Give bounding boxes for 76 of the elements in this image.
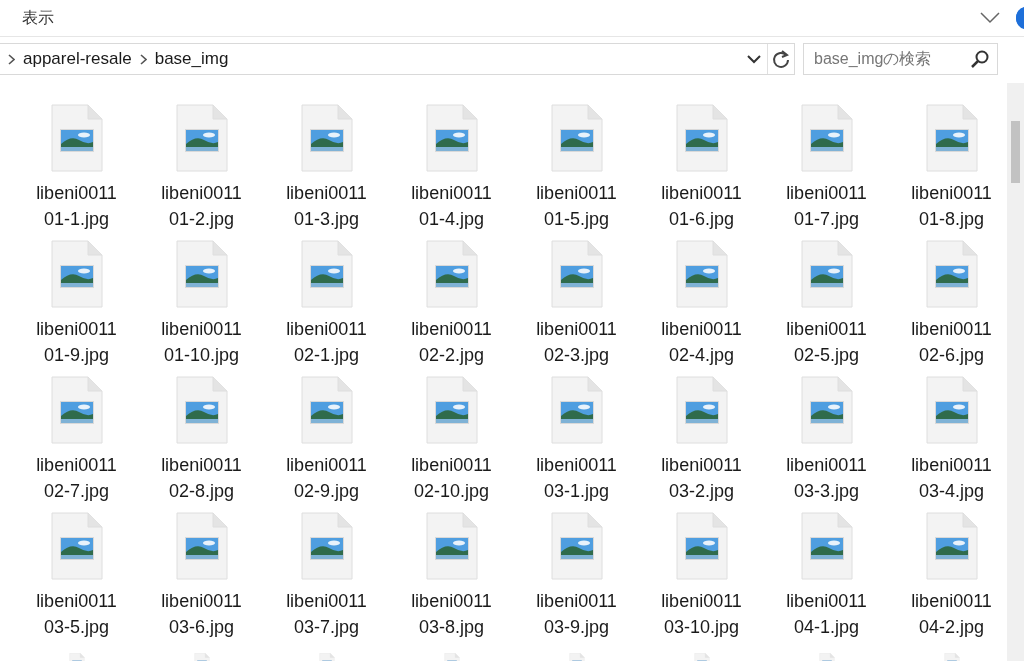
image-file-icon[interactable]: [425, 240, 478, 308]
file-name[interactable]: libeni001103-1.jpg: [531, 452, 622, 504]
image-file-icon[interactable]: [50, 376, 103, 444]
address-bar[interactable]: apparel-resale base_img: [0, 43, 795, 75]
file-name[interactable]: libeni001102-1.jpg: [281, 316, 372, 368]
chevron-down-icon[interactable]: [980, 12, 1000, 24]
image-file-icon[interactable]: [425, 376, 478, 444]
file-name[interactable]: libeni001103-8.jpg: [406, 588, 497, 640]
image-file-icon[interactable]: [425, 104, 478, 172]
file-name[interactable]: libeni001103-6.jpg: [156, 588, 247, 640]
image-file-icon[interactable]: [550, 240, 603, 308]
file-name[interactable]: libeni001102-2.jpg: [406, 316, 497, 368]
image-file-icon[interactable]: [50, 512, 103, 580]
image-file-icon[interactable]: [550, 512, 603, 580]
file-name[interactable]: libeni001102-9.jpg: [281, 452, 372, 504]
image-file-icon[interactable]: [800, 512, 853, 580]
image-file-icon[interactable]: [925, 240, 978, 308]
file-name[interactable]: libeni001102-6.jpg: [906, 316, 997, 368]
image-file-icon[interactable]: [175, 240, 228, 308]
file-name[interactable]: libeni001104-1.jpg: [781, 588, 872, 640]
file-name[interactable]: libeni001102-10.jpg: [406, 452, 497, 504]
image-file-icon[interactable]: [175, 104, 228, 172]
chevron-right-icon[interactable]: [8, 53, 15, 65]
file-name[interactable]: libeni001101-5.jpg: [531, 180, 622, 232]
breadcrumb[interactable]: apparel-resale: [23, 46, 132, 72]
file-name[interactable]: libeni001101-2.jpg: [156, 180, 247, 232]
file-name[interactable]: libeni001103-2.jpg: [656, 452, 747, 504]
image-file-icon[interactable]: [300, 376, 353, 444]
image-file-icon[interactable]: [300, 512, 353, 580]
image-file-icon[interactable]: [675, 240, 728, 308]
image-file-icon[interactable]: [50, 104, 103, 172]
image-file-icon[interactable]: [800, 240, 853, 308]
image-file-icon[interactable]: [675, 104, 728, 172]
search-field[interactable]: base_imgの検索: [803, 43, 998, 75]
image-file-icon[interactable]: [50, 240, 103, 308]
image-file-icon[interactable]: [550, 376, 603, 444]
image-file-icon[interactable]: [800, 104, 853, 172]
file-name[interactable]: libeni001103-9.jpg: [531, 588, 622, 640]
ribbon-tab[interactable]: 表示: [22, 6, 54, 30]
search-icon[interactable]: [971, 50, 989, 68]
file-name[interactable]: libeni001101-6.jpg: [656, 180, 747, 232]
file-name[interactable]: libeni001101-8.jpg: [906, 180, 997, 232]
file-name[interactable]: libeni001104-2.jpg: [906, 588, 997, 640]
file-name[interactable]: libeni001102-5.jpg: [781, 316, 872, 368]
breadcrumb[interactable]: base_img: [154, 46, 229, 72]
file-name[interactable]: libeni001101-3.jpg: [281, 180, 372, 232]
file-name[interactable]: libeni001103-7.jpg: [281, 588, 372, 640]
image-file-icon[interactable]: [175, 376, 228, 444]
file-name[interactable]: libeni001101-10.jpg: [156, 316, 247, 368]
image-file-icon[interactable]: [800, 376, 853, 444]
image-file-icon[interactable]: [925, 512, 978, 580]
dropdown-icon[interactable]: [747, 54, 761, 64]
file-name[interactable]: libeni001102-3.jpg: [531, 316, 622, 368]
file-name[interactable]: libeni001103-5.jpg: [31, 588, 122, 640]
file-name[interactable]: libeni001101-1.jpg: [31, 180, 122, 232]
image-file-icon[interactable]: [425, 512, 478, 580]
refresh-icon[interactable]: [772, 49, 790, 69]
image-file-icon[interactable]: [925, 376, 978, 444]
file-name[interactable]: libeni001101-4.jpg: [406, 180, 497, 232]
file-name[interactable]: libeni001103-3.jpg: [781, 452, 872, 504]
file-name[interactable]: libeni001102-4.jpg: [656, 316, 747, 368]
file-name[interactable]: libeni001101-9.jpg: [31, 316, 122, 368]
image-file-icon[interactable]: [300, 240, 353, 308]
scrollbar[interactable]: [1007, 83, 1024, 661]
image-file-icon[interactable]: [550, 104, 603, 172]
image-file-icon[interactable]: [300, 104, 353, 172]
image-file-icon[interactable]: [675, 376, 728, 444]
image-file-icon[interactable]: [925, 104, 978, 172]
file-name[interactable]: libeni001102-8.jpg: [156, 452, 247, 504]
chevron-right-icon[interactable]: [139, 53, 147, 65]
image-file-icon[interactable]: [675, 512, 728, 580]
file-name[interactable]: libeni001102-7.jpg: [31, 452, 122, 504]
file-name[interactable]: libeni001103-4.jpg: [906, 452, 997, 504]
image-file-icon[interactable]: [175, 512, 228, 580]
file-name[interactable]: libeni001101-7.jpg: [781, 180, 872, 232]
file-name[interactable]: libeni001103-10.jpg: [656, 588, 747, 640]
